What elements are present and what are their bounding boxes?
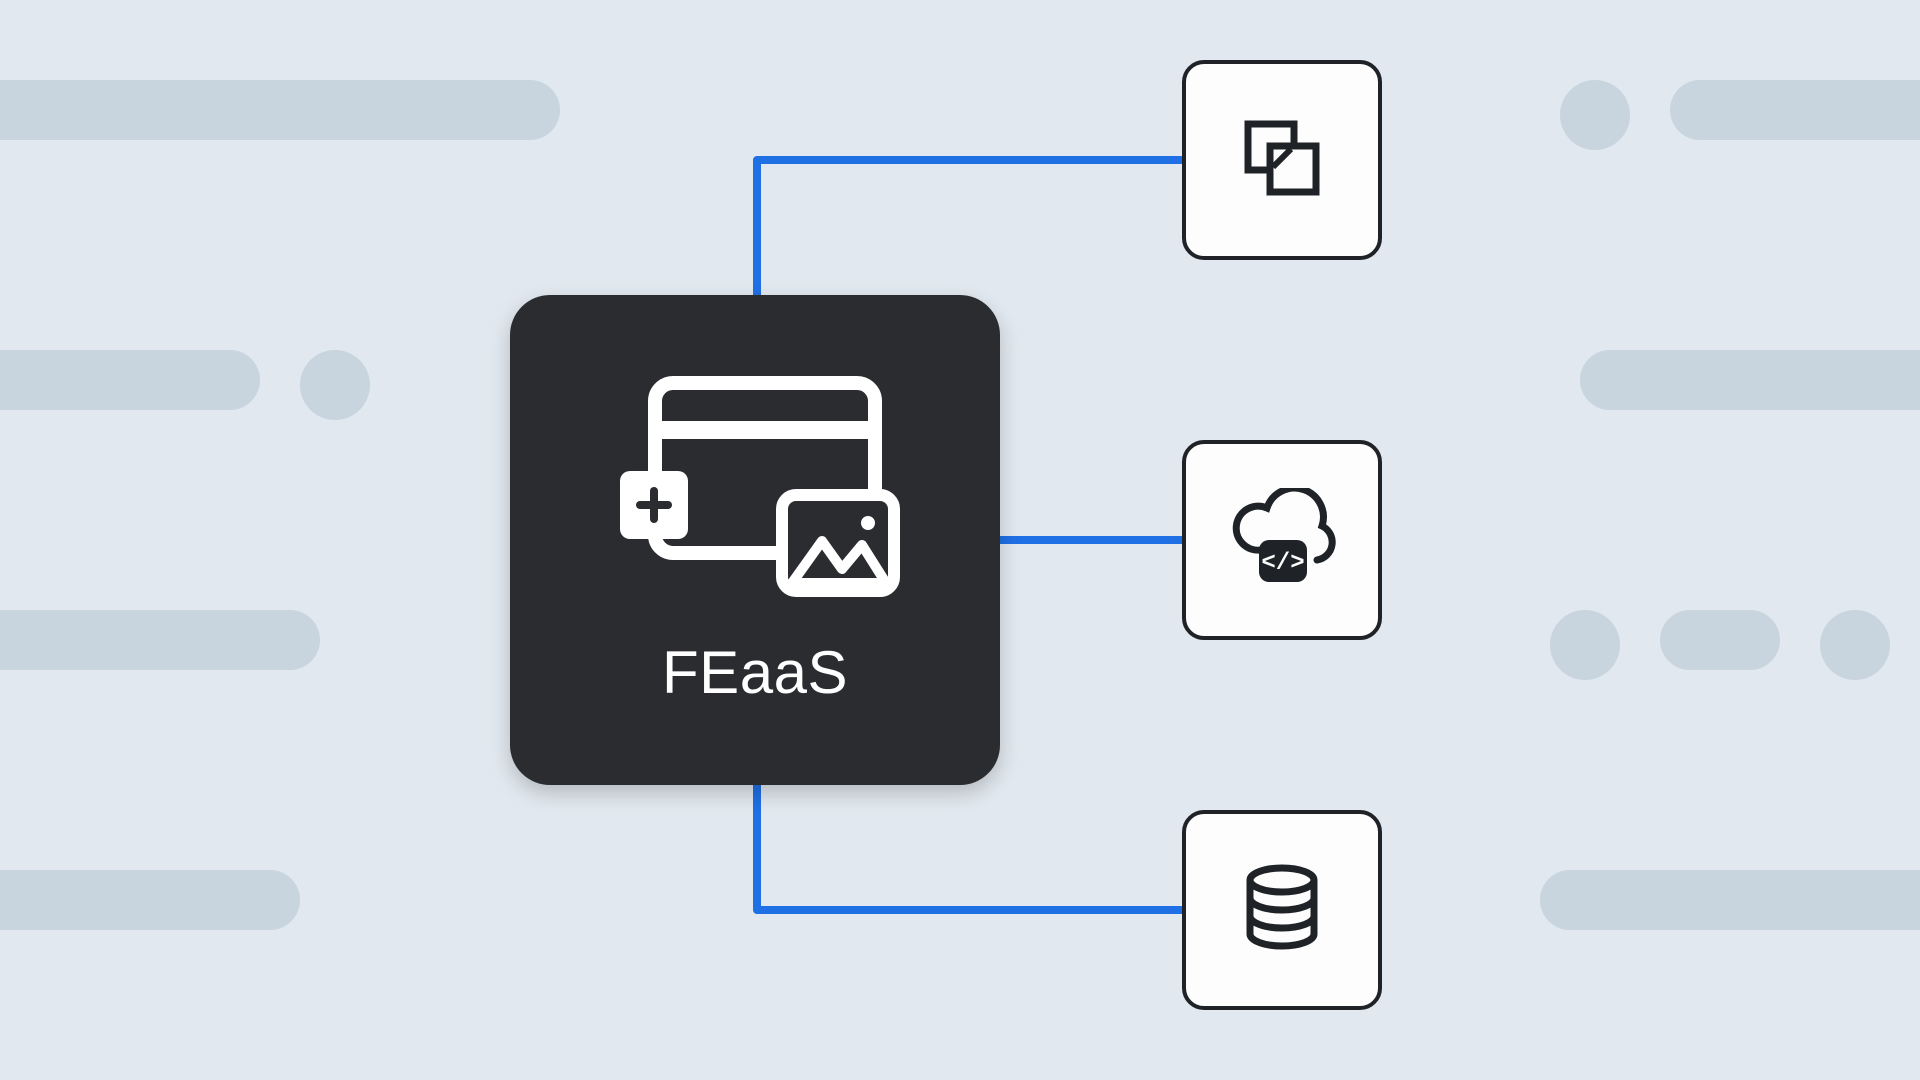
bg-shape	[1820, 610, 1890, 680]
bg-shape	[1580, 350, 1920, 410]
bg-shape	[0, 610, 320, 670]
bg-shape	[300, 350, 370, 420]
diagram-canvas: FEaaS </>	[0, 0, 1920, 1080]
integration-service-node	[1182, 60, 1382, 260]
database-service-node	[1182, 810, 1382, 1010]
bg-shape	[0, 350, 260, 410]
cloud-code-service-node: </>	[1182, 440, 1382, 640]
bg-shape	[1670, 80, 1920, 140]
feaas-label: FEaaS	[662, 638, 848, 707]
cloud-code-icon: </>	[1227, 488, 1337, 593]
bg-shape	[1560, 80, 1630, 150]
feaas-node: FEaaS	[510, 295, 1000, 785]
bg-shape	[1550, 610, 1620, 680]
bg-shape	[1540, 870, 1920, 930]
bg-shape	[1660, 610, 1780, 670]
database-icon	[1239, 862, 1325, 959]
overlap-squares-icon	[1236, 112, 1328, 209]
component-builder-icon	[610, 373, 900, 608]
bg-shape	[0, 870, 300, 930]
svg-text:</>: </>	[1261, 550, 1304, 577]
bg-shape	[0, 80, 560, 140]
